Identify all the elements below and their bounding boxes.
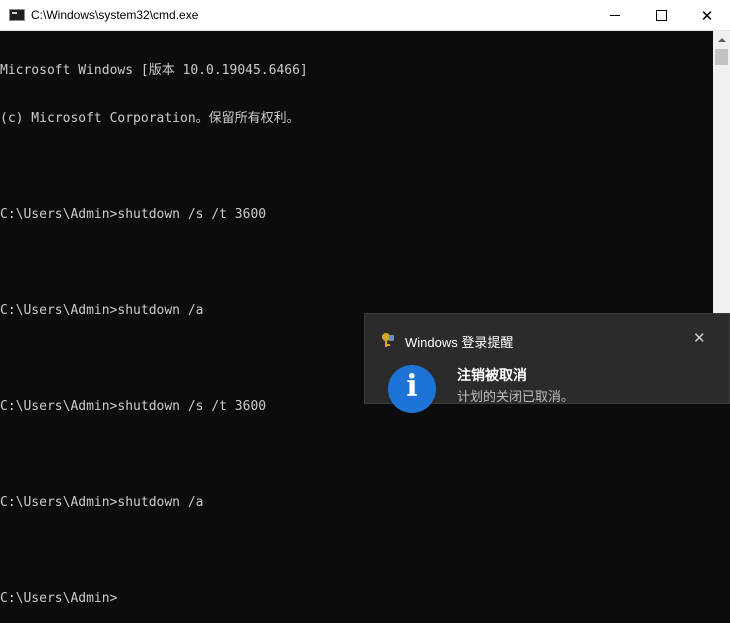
- notification-toast[interactable]: Windows 登录提醒 ✕ i 注销被取消 计划的关闭已取消。: [364, 313, 730, 413]
- info-icon: i: [388, 365, 436, 413]
- minimize-icon: [610, 15, 620, 16]
- maximize-icon: [655, 10, 667, 21]
- toast-title: 注销被取消: [457, 367, 527, 383]
- toast-body: 计划的关闭已取消。: [457, 389, 575, 404]
- toast-close-icon[interactable]: ✕: [693, 329, 706, 347]
- scroll-thumb[interactable]: [715, 49, 728, 65]
- console-line: (c) Microsoft Corporation。保留所有权利。: [0, 111, 300, 126]
- close-button[interactable]: ✕: [684, 0, 730, 31]
- console-prompt: C:\Users\Admin>: [0, 591, 118, 606]
- title-bar[interactable]: C:\Windows\system32\cmd.exe ✕: [0, 0, 730, 31]
- console-line: C:\Users\Admin>shutdown /s /t 3600: [0, 207, 267, 222]
- console-line: C:\Users\Admin>shutdown /a: [0, 495, 204, 510]
- key-lock-icon: [382, 333, 394, 347]
- scroll-up-arrow-icon[interactable]: [713, 31, 730, 48]
- close-icon: ✕: [700, 7, 714, 25]
- window-title: C:\Windows\system32\cmd.exe: [31, 8, 199, 22]
- info-glyph: i: [406, 369, 418, 404]
- toast-app-name: Windows 登录提醒: [405, 335, 514, 350]
- minimize-button[interactable]: [592, 0, 638, 31]
- console-line: Microsoft Windows [版本 10.0.19045.6466]: [0, 63, 308, 78]
- maximize-button[interactable]: [638, 0, 684, 31]
- cmd-app-icon[interactable]: [9, 9, 25, 21]
